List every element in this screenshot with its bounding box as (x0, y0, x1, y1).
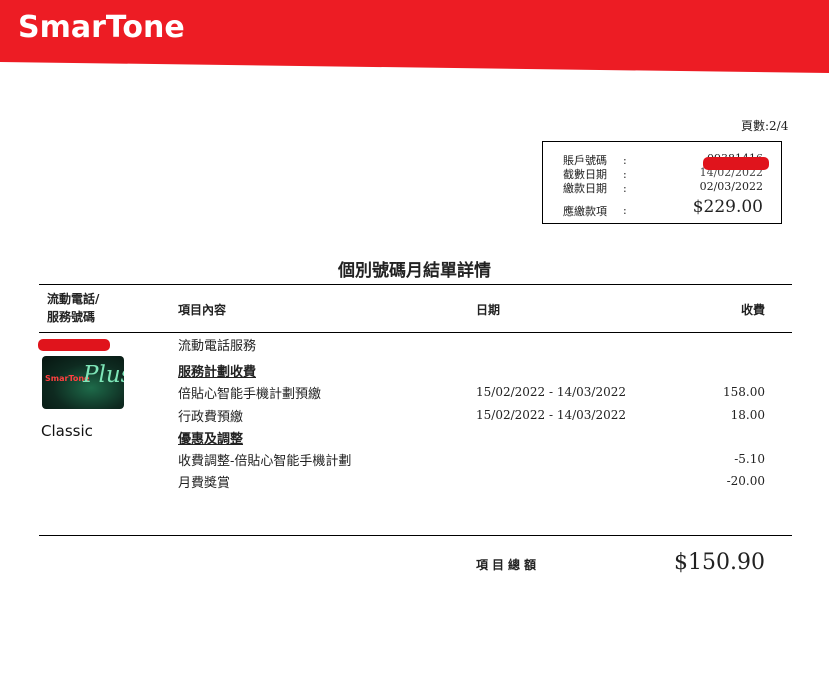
payment-date-label: 繳款日期 (563, 182, 607, 195)
plan-name: Classic (41, 422, 93, 440)
section-discounts: 優惠及調整 (178, 432, 244, 447)
plan-card-plus: Plus (83, 362, 124, 388)
table-row-amount: -5.10 (734, 452, 765, 466)
table-row-amount: -20.00 (726, 474, 765, 488)
amount-due-value: $229.00 (692, 197, 763, 217)
smartone-logo: SmarTone (18, 10, 185, 45)
colon: : (623, 168, 627, 181)
plan-card-image: SmarTone Plus (42, 356, 124, 409)
header-item: 項目內容 (178, 303, 227, 317)
colon: : (623, 182, 627, 195)
service-label: 流動電話服務 (178, 339, 257, 354)
amount-due-label: 應繳款項 (563, 205, 607, 218)
header-date: 日期 (476, 303, 501, 317)
total-rule (39, 535, 792, 536)
colon: : (623, 204, 627, 217)
table-row-item: 倍貼心智能手機計劃預繳 (178, 387, 322, 402)
payment-date-value: 02/03/2022 (699, 180, 763, 193)
colon: : (623, 154, 627, 167)
header-bottom-rule (39, 332, 792, 333)
table-row-item: 收費調整-倍貼心智能手機計劃 (178, 454, 352, 469)
table-row-amount: 18.00 (730, 408, 765, 422)
table-row-amount: 158.00 (723, 385, 765, 399)
header-phone-line2: 服務號碼 (47, 310, 96, 324)
header-fee: 收費 (740, 303, 765, 317)
total-value: $150.90 (674, 550, 765, 575)
phone-number-redaction (38, 339, 110, 351)
total-label: 項目總額 (476, 558, 541, 572)
table-row-date: 15/02/2022 - 14/03/2022 (476, 385, 627, 399)
header-phone: 流動電話/ 服務號碼 (47, 290, 99, 326)
table-row-date: 15/02/2022 - 14/03/2022 (476, 408, 627, 422)
section-charges: 服務計劃收費 (178, 365, 257, 380)
header-banner: SmarTone (0, 0, 829, 74)
account-summary-box: 賬戶號碼 : 09381416 截數日期 : 14/02/2022 繳款日期 :… (542, 141, 782, 224)
header-phone-line1: 流動電話/ (47, 292, 100, 306)
page-number: 頁數:2/4 (741, 119, 789, 133)
table-row-item: 月費獎賞 (178, 476, 231, 491)
table-row-item: 行政費預繳 (178, 410, 244, 425)
page-title: 個別號碼月結單詳情 (338, 261, 491, 281)
redaction-mark (703, 157, 769, 170)
table-top-rule (39, 284, 792, 285)
